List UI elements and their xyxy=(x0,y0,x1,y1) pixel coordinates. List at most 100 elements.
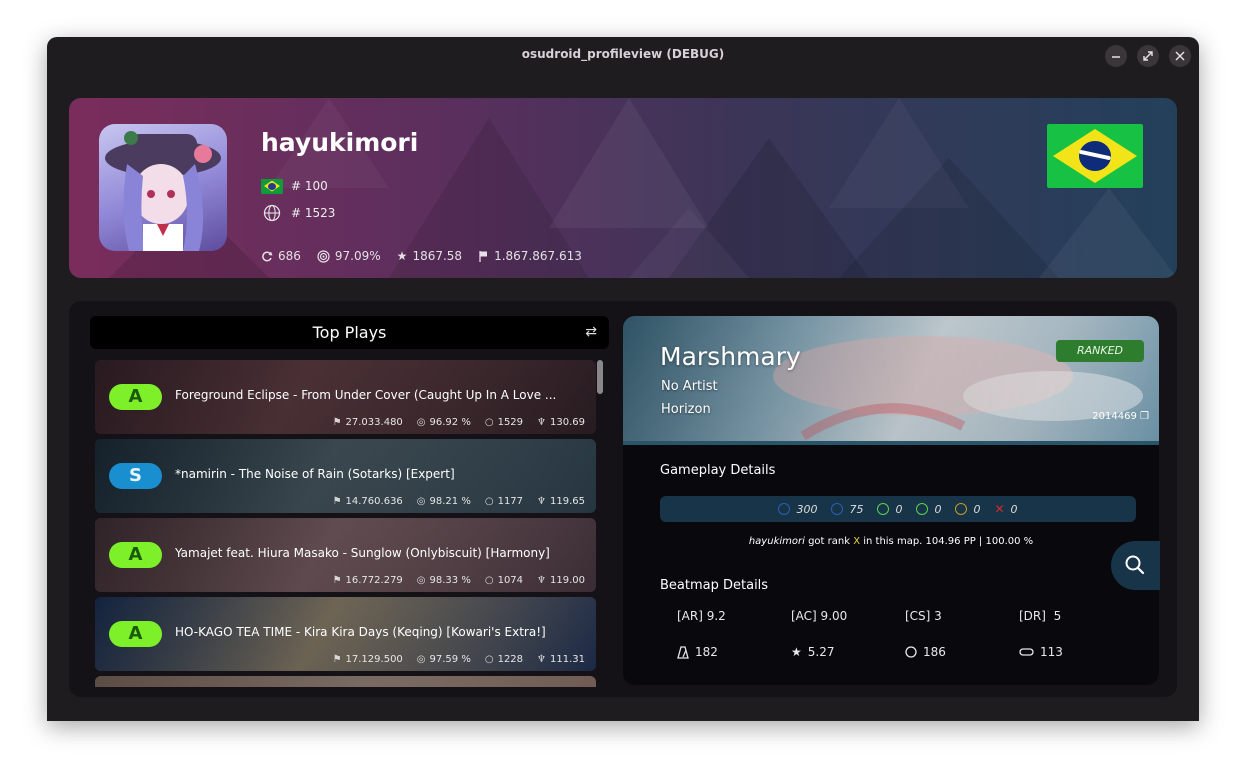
country-rank: # 100 xyxy=(261,177,328,195)
circle-icon xyxy=(831,503,844,515)
brazil-flag-icon xyxy=(261,178,283,194)
rank-summary: hayukimori got rank X in this map. 104.9… xyxy=(748,536,1034,547)
search-button[interactable] xyxy=(1111,541,1160,590)
target-icon: ◎ xyxy=(416,417,426,428)
grade-badge: S xyxy=(109,463,162,489)
close-button[interactable] xyxy=(1169,45,1191,67)
trophy-icon: ♆ xyxy=(537,417,546,428)
beatmap-panel: Marshmary No Artist Horizon RANKED 20144… xyxy=(623,316,1159,685)
trophy-icon: ♆ xyxy=(537,575,546,586)
star-icon: ★ xyxy=(791,645,802,659)
play-title: HO-KAGO TEA TIME - Kira Kira Days (Keqin… xyxy=(175,625,546,639)
attr-dr: [DR] 5 xyxy=(1019,609,1062,623)
beatmap-id[interactable]: 2014469 ❐ xyxy=(1092,411,1149,422)
play-title: Foreground Eclipse - From Under Cover (C… xyxy=(175,388,557,402)
bpm: 182 xyxy=(677,645,791,659)
attr-cs: [CS] 3 xyxy=(905,609,942,623)
top-plays-scrollbar[interactable] xyxy=(597,360,603,687)
stat-accuracy: 97.09% xyxy=(317,249,381,263)
attr-ar: [AR] 9.2 xyxy=(677,609,726,623)
attr-ac: [AC] 9.00 xyxy=(791,609,848,623)
flag-icon: ⚑ xyxy=(332,496,342,507)
play-stats: ⚑ 17.129.500 ◎ 97.59 % ○ 1228 ♆ 111.31 xyxy=(332,654,585,665)
triangle-background xyxy=(109,98,1177,278)
circle-icon: ○ xyxy=(484,496,494,507)
banner-divider xyxy=(623,441,1159,445)
minimize-button[interactable] xyxy=(1105,45,1127,67)
judgement-katu: 0 xyxy=(916,503,941,516)
star-rating: ★ 5.27 xyxy=(791,645,835,659)
circle-count: 186 xyxy=(905,645,1019,659)
flag-icon: ⚑ xyxy=(332,575,342,586)
target-icon xyxy=(317,249,330,263)
gameplay-details-label: Gameplay Details xyxy=(660,463,776,478)
window-title: osudroid_profileview (DEBUG) xyxy=(521,47,725,61)
play-stats: ⚑ 14.760.636 ◎ 98.21 % ○ 1177 ♆ 119.65 xyxy=(332,496,585,507)
minimize-icon xyxy=(1112,56,1120,58)
top-play-item[interactable]: A Yamajet feat. Hiura Masako - Sunglow (… xyxy=(95,518,596,592)
trophy-icon: ♆ xyxy=(537,496,546,507)
copy-icon[interactable]: ❐ xyxy=(1140,411,1149,422)
top-play-item[interactable] xyxy=(95,676,596,687)
miss-icon: ✕ xyxy=(994,502,1005,516)
judgement-miss: ✕ 0 xyxy=(994,502,1018,516)
status-badge: RANKED xyxy=(1056,340,1144,362)
stat-total-score: 1.867.867.613 xyxy=(478,249,582,263)
play-title: *namirin - The Noise of Rain (Sotarks) [… xyxy=(175,467,455,481)
flag-icon: ⚑ xyxy=(332,417,342,428)
title-bar[interactable]: osudroid_profileview (DEBUG) xyxy=(47,37,1199,73)
judgement-geki: 0 xyxy=(877,503,902,516)
top-play-item[interactable]: A Foreground Eclipse - From Under Cover … xyxy=(95,360,596,434)
circle-icon xyxy=(905,646,917,658)
judgements-bar: 300 75 0 0 0 ✕ 0 xyxy=(660,496,1136,522)
global-rank: # 1523 xyxy=(261,204,335,222)
judgement-75: 75 xyxy=(831,503,863,516)
globe-icon xyxy=(263,204,281,222)
metronome-icon xyxy=(677,645,689,659)
main-panel: Top Plays ⇄ A Foreground Eclipse - From … xyxy=(69,301,1177,697)
stat-play-count: 686 xyxy=(261,249,301,263)
beatmap-difficulty: Horizon xyxy=(661,402,711,417)
country-flag xyxy=(1047,124,1143,188)
beatmap-attributes: [AR] 9.2 [AC] 9.00 [CS] 3 [DR] 5 xyxy=(677,609,1133,623)
username: hayukimori xyxy=(261,128,419,157)
circle-icon xyxy=(877,503,890,515)
top-plays-list[interactable]: A Foreground Eclipse - From Under Cover … xyxy=(95,360,596,687)
play-title: Yamajet feat. Hiura Masako - Sunglow (On… xyxy=(175,546,550,560)
beatmap-banner: Marshmary No Artist Horizon RANKED 20144… xyxy=(623,316,1159,442)
swap-icon[interactable]: ⇄ xyxy=(585,316,597,349)
top-play-item[interactable]: A HO-KAGO TEA TIME - Kira Kira Days (Keq… xyxy=(95,597,596,671)
beatmap-counts: 182 ★ 5.27 186 113 xyxy=(677,645,1133,659)
flag-icon: ⚑ xyxy=(332,654,342,665)
judgement-300: 300 xyxy=(778,503,817,516)
flag-icon xyxy=(479,251,488,262)
avatar xyxy=(99,124,227,251)
profile-header: hayukimori # 100 # 1523 686 97.09% ★ 186… xyxy=(69,98,1177,278)
country-rank-value: # 100 xyxy=(291,179,328,193)
target-icon: ◎ xyxy=(416,496,426,507)
trophy-icon: ♆ xyxy=(537,654,546,665)
circle-icon: ○ xyxy=(484,417,494,428)
circle-icon xyxy=(778,503,791,515)
top-plays-header: Top Plays ⇄ xyxy=(90,316,609,349)
grade-badge: A xyxy=(109,621,162,647)
circle-icon xyxy=(916,503,929,515)
slider-icon xyxy=(1019,648,1034,656)
circle-icon xyxy=(955,503,968,515)
maximize-button[interactable] xyxy=(1137,45,1159,67)
global-rank-value: # 1523 xyxy=(291,206,336,220)
grade-badge: A xyxy=(109,542,162,568)
play-stats: ⚑ 16.772.279 ◎ 98.33 % ○ 1074 ♆ 119.00 xyxy=(332,575,585,586)
beatmap-artist: No Artist xyxy=(661,379,718,394)
star-icon: ★ xyxy=(396,249,408,263)
maximize-icon xyxy=(1143,51,1153,61)
stat-performance: ★ 1867.58 xyxy=(396,249,463,263)
play-stats: ⚑ 27.033.480 ◎ 96.92 % ○ 1529 ♆ 130.69 xyxy=(332,417,585,428)
grade-badge: A xyxy=(109,384,162,410)
profile-stats: 686 97.09% ★ 1867.58 1.867.867.613 xyxy=(261,249,582,263)
circle-icon: ○ xyxy=(484,575,494,586)
slider-count: 113 xyxy=(1019,645,1133,659)
top-play-item[interactable]: S *namirin - The Noise of Rain (Sotarks)… xyxy=(95,439,596,513)
scrollbar-thumb[interactable] xyxy=(597,360,603,394)
app-window: osudroid_profileview (DEBUG) hayukimori … xyxy=(47,37,1199,721)
